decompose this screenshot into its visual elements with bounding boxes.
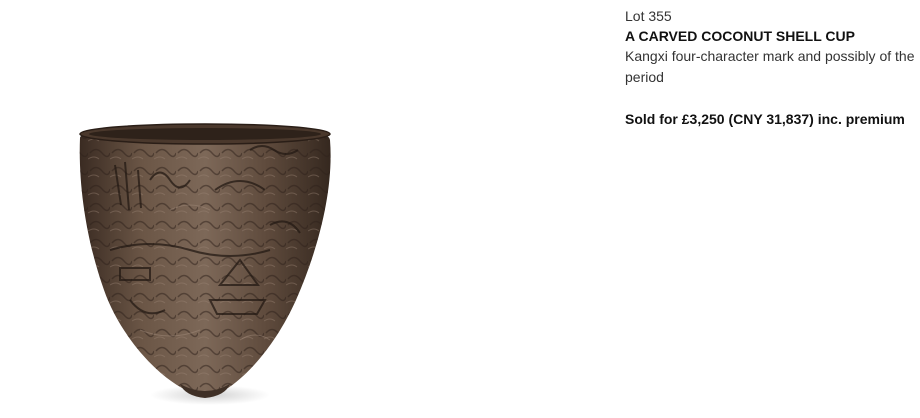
lot-title[interactable]: A CARVED COCONUT SHELL CUP (625, 26, 920, 46)
lot-number: Lot 355 (625, 8, 672, 24)
coconut-cup-illustration (79, 123, 331, 405)
lot-info-panel: Lot 355 A CARVED COCONUT SHELL CUP Kangx… (625, 6, 920, 129)
sold-price: Sold for £3,250 (CNY 31,837) inc. premiu… (625, 111, 905, 127)
lot-description: Kangxi four-character mark and possibly … (625, 48, 915, 85)
lot-image[interactable] (0, 0, 610, 418)
